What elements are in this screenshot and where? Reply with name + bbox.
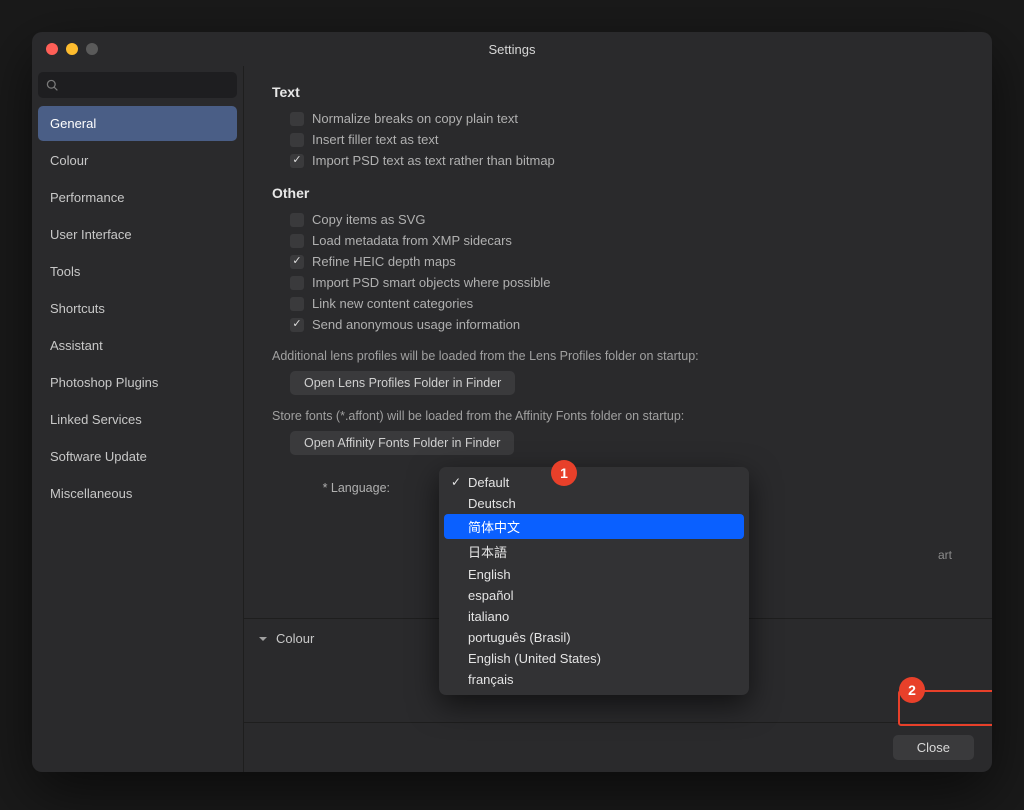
sidebar-item-linked-services[interactable]: Linked Services	[38, 402, 237, 437]
language-option-english[interactable]: English	[444, 564, 744, 585]
annotation-callout-1: 1	[551, 460, 577, 486]
open-affinity-fonts-button[interactable]: Open Affinity Fonts Folder in Finder	[290, 431, 514, 455]
language-option-japanese[interactable]: 日本語	[444, 539, 744, 564]
open-lens-profiles-button[interactable]: Open Lens Profiles Folder in Finder	[290, 371, 515, 395]
affinity-fonts-desc: Store fonts (*.affont) will be loaded fr…	[272, 409, 964, 423]
language-option-francais[interactable]: français	[444, 669, 744, 690]
sidebar-item-photoshop-plugins[interactable]: Photoshop Plugins	[38, 365, 237, 400]
checkbox-icon[interactable]	[290, 255, 304, 269]
sidebar-item-performance[interactable]: Performance	[38, 180, 237, 215]
section-other-heading: Other	[272, 185, 964, 201]
opt-insert-filler[interactable]: Insert filler text as text	[272, 129, 964, 150]
checkbox-icon[interactable]	[290, 297, 304, 311]
checkbox-icon[interactable]	[290, 276, 304, 290]
language-label: * Language:	[272, 481, 390, 495]
checkbox-label: Import PSD text as text rather than bitm…	[312, 153, 555, 168]
language-option-simplified-chinese[interactable]: 简体中文	[444, 514, 744, 539]
language-dropdown[interactable]: Default Deutsch 简体中文 日本語 English español…	[439, 467, 749, 695]
language-option-default[interactable]: Default	[444, 472, 744, 493]
sidebar-item-miscellaneous[interactable]: Miscellaneous	[38, 476, 237, 511]
checkbox-icon[interactable]	[290, 234, 304, 248]
language-option-portugues-brasil[interactable]: português (Brasil)	[444, 627, 744, 648]
opt-refine-heic[interactable]: Refine HEIC depth maps	[272, 251, 964, 272]
checkbox-label: Copy items as SVG	[312, 212, 425, 227]
opt-anon-usage[interactable]: Send anonymous usage information	[272, 314, 964, 335]
sidebar: General Colour Performance User Interfac…	[32, 66, 244, 772]
checkbox-label: Normalize breaks on copy plain text	[312, 111, 518, 126]
language-option-espanol[interactable]: español	[444, 585, 744, 606]
sidebar-item-shortcuts[interactable]: Shortcuts	[38, 291, 237, 326]
sidebar-item-software-update[interactable]: Software Update	[38, 439, 237, 474]
opt-psd-smart-objects[interactable]: Import PSD smart objects where possible	[272, 272, 964, 293]
opt-import-psd-text[interactable]: Import PSD text as text rather than bitm…	[272, 150, 964, 171]
opt-copy-svg[interactable]: Copy items as SVG	[272, 209, 964, 230]
opt-normalize-breaks[interactable]: Normalize breaks on copy plain text	[272, 108, 964, 129]
restart-hint-partial: art	[938, 548, 952, 562]
checkbox-icon[interactable]	[290, 154, 304, 168]
settings-window: Settings General Colour Performance User…	[32, 32, 992, 772]
checkbox-label: Refine HEIC depth maps	[312, 254, 456, 269]
titlebar: Settings	[32, 32, 992, 66]
close-window-icon[interactable]	[46, 43, 58, 55]
sidebar-item-colour[interactable]: Colour	[38, 143, 237, 178]
colour-section-label: Colour	[276, 631, 314, 646]
chevron-down-icon	[258, 634, 268, 644]
search-field[interactable]	[38, 72, 237, 98]
minimize-window-icon[interactable]	[66, 43, 78, 55]
checkbox-label: Send anonymous usage information	[312, 317, 520, 332]
sidebar-item-assistant[interactable]: Assistant	[38, 328, 237, 363]
opt-load-xmp[interactable]: Load metadata from XMP sidecars	[272, 230, 964, 251]
checkbox-label: Link new content categories	[312, 296, 473, 311]
sidebar-item-user-interface[interactable]: User Interface	[38, 217, 237, 252]
language-option-deutsch[interactable]: Deutsch	[444, 493, 744, 514]
close-button[interactable]: Close	[893, 735, 974, 760]
lens-profiles-desc: Additional lens profiles will be loaded …	[272, 349, 964, 363]
checkbox-icon[interactable]	[290, 112, 304, 126]
search-input[interactable]	[65, 78, 229, 92]
maximize-window-icon	[86, 43, 98, 55]
annotation-callout-2: 2	[899, 677, 925, 703]
footer: Close	[244, 722, 992, 772]
checkbox-icon[interactable]	[290, 133, 304, 147]
language-option-italiano[interactable]: italiano	[444, 606, 744, 627]
traffic-lights	[46, 43, 98, 55]
section-text-heading: Text	[272, 84, 964, 100]
checkbox-label: Insert filler text as text	[312, 132, 438, 147]
opt-link-content-categories[interactable]: Link new content categories	[272, 293, 964, 314]
sidebar-item-tools[interactable]: Tools	[38, 254, 237, 289]
checkbox-icon[interactable]	[290, 213, 304, 227]
checkbox-label: Load metadata from XMP sidecars	[312, 233, 512, 248]
window-title: Settings	[32, 42, 992, 57]
sidebar-item-general[interactable]: General	[38, 106, 237, 141]
checkbox-icon[interactable]	[290, 318, 304, 332]
language-option-english-us[interactable]: English (United States)	[444, 648, 744, 669]
search-icon	[46, 79, 59, 92]
checkbox-label: Import PSD smart objects where possible	[312, 275, 550, 290]
